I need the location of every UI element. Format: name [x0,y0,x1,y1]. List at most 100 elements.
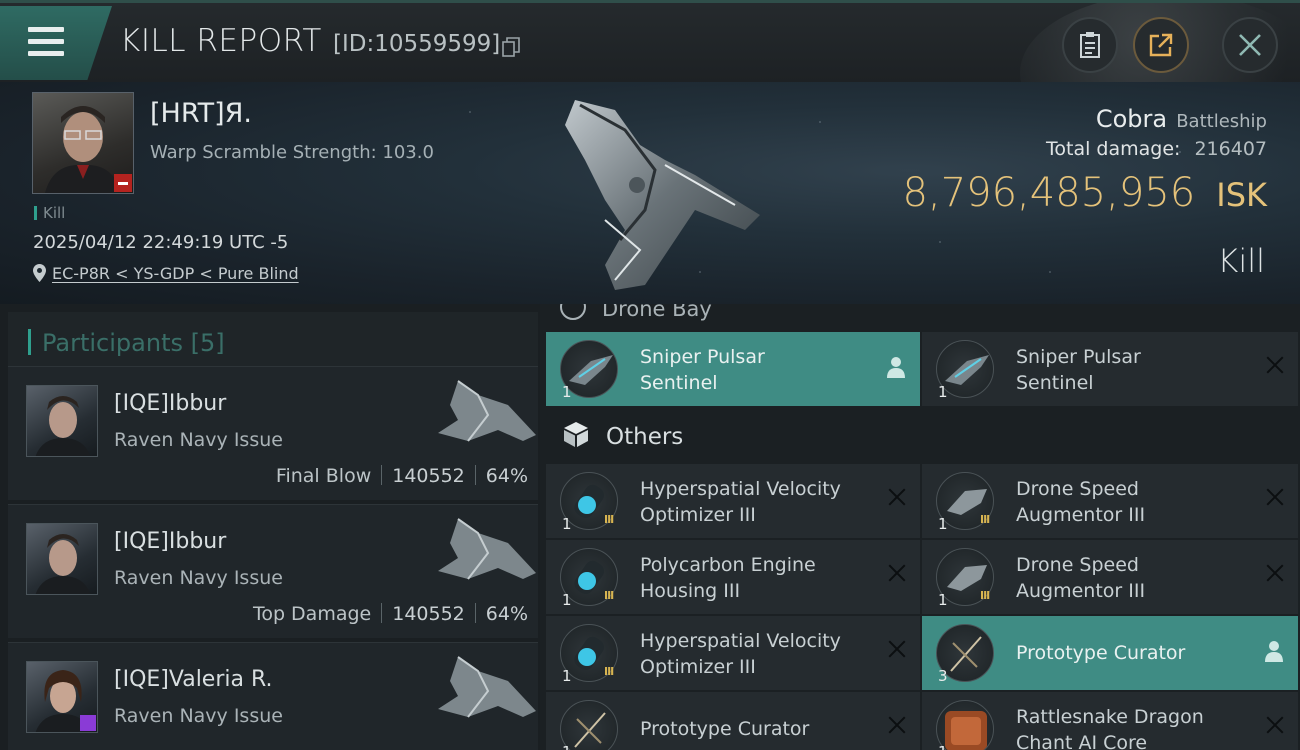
victim-avatar[interactable] [32,92,134,194]
destroyed-x-icon [888,716,906,734]
item-name-line2: Optimizer III [640,504,756,526]
items-panel: Drone Bay 1 Sniper Pulsar Sentinel 1 Snip… [540,304,1300,750]
item-name-line2: Augmentor III [1016,580,1146,602]
participant-avatar[interactable] [26,661,98,733]
cargo-box-icon [564,422,588,447]
participant-row[interactable]: [IQE]Valeria R. Raven Navy Issue [8,642,538,750]
divider [381,465,383,485]
item-name-line1: Drone Speed [1016,478,1139,500]
participant-name[interactable]: [IQE]Valeria R. [114,667,272,692]
item-quantity: 1 [562,743,572,750]
divider [381,603,383,623]
destroyed-x-icon [888,488,906,506]
participants-count: [5] [190,329,225,357]
participants-header[interactable]: Participants [5] [8,312,538,370]
page-title: KILL REPORT [120,23,322,59]
status-badge [80,715,96,731]
item-row[interactable]: 1 Prototype Curator [546,692,920,750]
participant-portrait [35,534,91,594]
item-row[interactable]: 1 III Hyperspatial Velocity Optimizer III [546,464,920,538]
item-row[interactable]: 1 Sniper Pulsar Sentinel [546,332,920,406]
item-name: Prototype Curator [640,716,870,742]
item-name-line1: Polycarbon Engine [640,554,816,576]
participant-row[interactable]: [IQE]Ibbur Raven Navy Issue Final Blow 14… [8,366,538,500]
participant-ship: Raven Navy Issue [114,567,283,589]
result-label: Kill [1217,242,1265,280]
participant-portrait [35,396,91,456]
item-name: Hyperspatial Velocity Optimizer III [640,476,870,528]
participant-name[interactable]: [IQE]Ibbur [114,529,226,554]
clipboard-button[interactable] [1062,17,1118,73]
hostile-badge [114,174,132,192]
item-row[interactable]: 1 III Hyperspatial Velocity Optimizer III [546,616,920,690]
tier-badge: III [604,589,614,602]
destroyed-x-icon [888,564,906,582]
close-icon [1239,34,1261,56]
item-quantity: 1 [562,515,572,533]
ship-name[interactable]: Cobra [1096,105,1167,133]
share-button[interactable] [1133,17,1189,73]
victim-ship-image [565,100,760,290]
item-row[interactable]: 1 III Polycarbon Engine Housing III [546,540,920,614]
total-damage-value: 216407 [1194,138,1267,160]
item-name: Drone Speed Augmentor III [1016,476,1246,528]
destroyed-x-icon [1266,564,1284,582]
tier-badge: III [980,513,990,526]
item-name-line2: Housing III [640,580,741,602]
item-row[interactable]: 1 Sniper Pulsar Sentinel [922,332,1298,406]
participant-avatar[interactable] [26,385,98,457]
victim-ship: Cobra Battleship [1096,105,1267,133]
participant-tag: Final Blow [275,465,372,487]
isk-unit: ISK [1216,176,1267,214]
close-button[interactable] [1222,17,1278,73]
participant-name[interactable]: [IQE]Ibbur [114,391,226,416]
menu-icon-bar [28,39,64,44]
participants-label: Participants [42,329,183,357]
location-pin-icon [33,264,46,282]
location-link[interactable]: EC-P8R < YS-GDP < Pure Blind [52,264,299,283]
kill-tag: Kill [34,204,65,222]
participant-row[interactable]: [IQE]Ibbur Raven Navy Issue Top Damage 14… [8,504,538,638]
item-quantity: 1 [938,743,948,750]
item-row[interactable]: 3 Prototype Curator [922,616,1298,690]
victim-name[interactable]: [HRT]Я. [150,98,252,129]
item-name-line1: Sniper Pulsar [640,346,765,368]
item-name-line2: Augmentor III [1016,504,1146,526]
participant-stats: Top Damage 140552 64% [253,603,528,625]
destroyed-x-icon [888,640,906,658]
isk-amount: 8,796,485,956 [902,170,1196,216]
menu-button[interactable] [0,6,112,80]
copy-icon[interactable] [502,37,520,57]
drone-bay-icon [560,304,586,320]
participant-avatar[interactable] [26,523,98,595]
others-label: Others [606,424,684,450]
item-name-line1: Sniper Pulsar [1016,346,1141,368]
item-row[interactable]: 1 III Drone Speed Augmentor III [922,464,1298,538]
clipboard-icon [1080,32,1100,58]
tier-badge: III [604,513,614,526]
item-name-line1: Rattlesnake Dragon [1016,706,1204,728]
share-icon [1149,33,1173,57]
item-name-line1: Hyperspatial Velocity [640,630,841,652]
report-id: [ID:10559599] [333,31,501,57]
top-bar: KILL REPORT [ID:10559599] [0,0,1300,85]
participants-panel: Participants [5] [IQE]Ibbur Raven Navy I… [0,304,540,750]
item-quantity: 1 [562,667,572,685]
pilot-icon [1265,641,1283,662]
destroyed-x-icon [1266,356,1284,374]
warp-scramble-strength: Warp Scramble Strength: 103.0 [150,142,434,163]
item-name-line1: Prototype Curator [1016,642,1186,664]
item-quantity: 1 [938,591,948,609]
item-name-line1: Hyperspatial Velocity [640,478,841,500]
item-row[interactable]: 1 Rattlesnake Dragon Chant AI Core [922,692,1298,750]
divider [474,603,476,623]
item-row[interactable]: 1 III Drone Speed Augmentor III [922,540,1298,614]
participant-tag: Top Damage [252,603,372,625]
kill-location[interactable]: EC-P8R < YS-GDP < Pure Blind [33,264,299,283]
participant-stats: Final Blow 140552 64% [276,465,528,487]
item-name: Rattlesnake Dragon Chant AI Core [1016,704,1246,750]
total-damage-label: Total damage: [1046,138,1181,160]
item-name: Polycarbon Engine Housing III [640,552,870,604]
menu-icon-bar [28,51,64,56]
drone-bay-header: Drone Bay [558,304,712,322]
